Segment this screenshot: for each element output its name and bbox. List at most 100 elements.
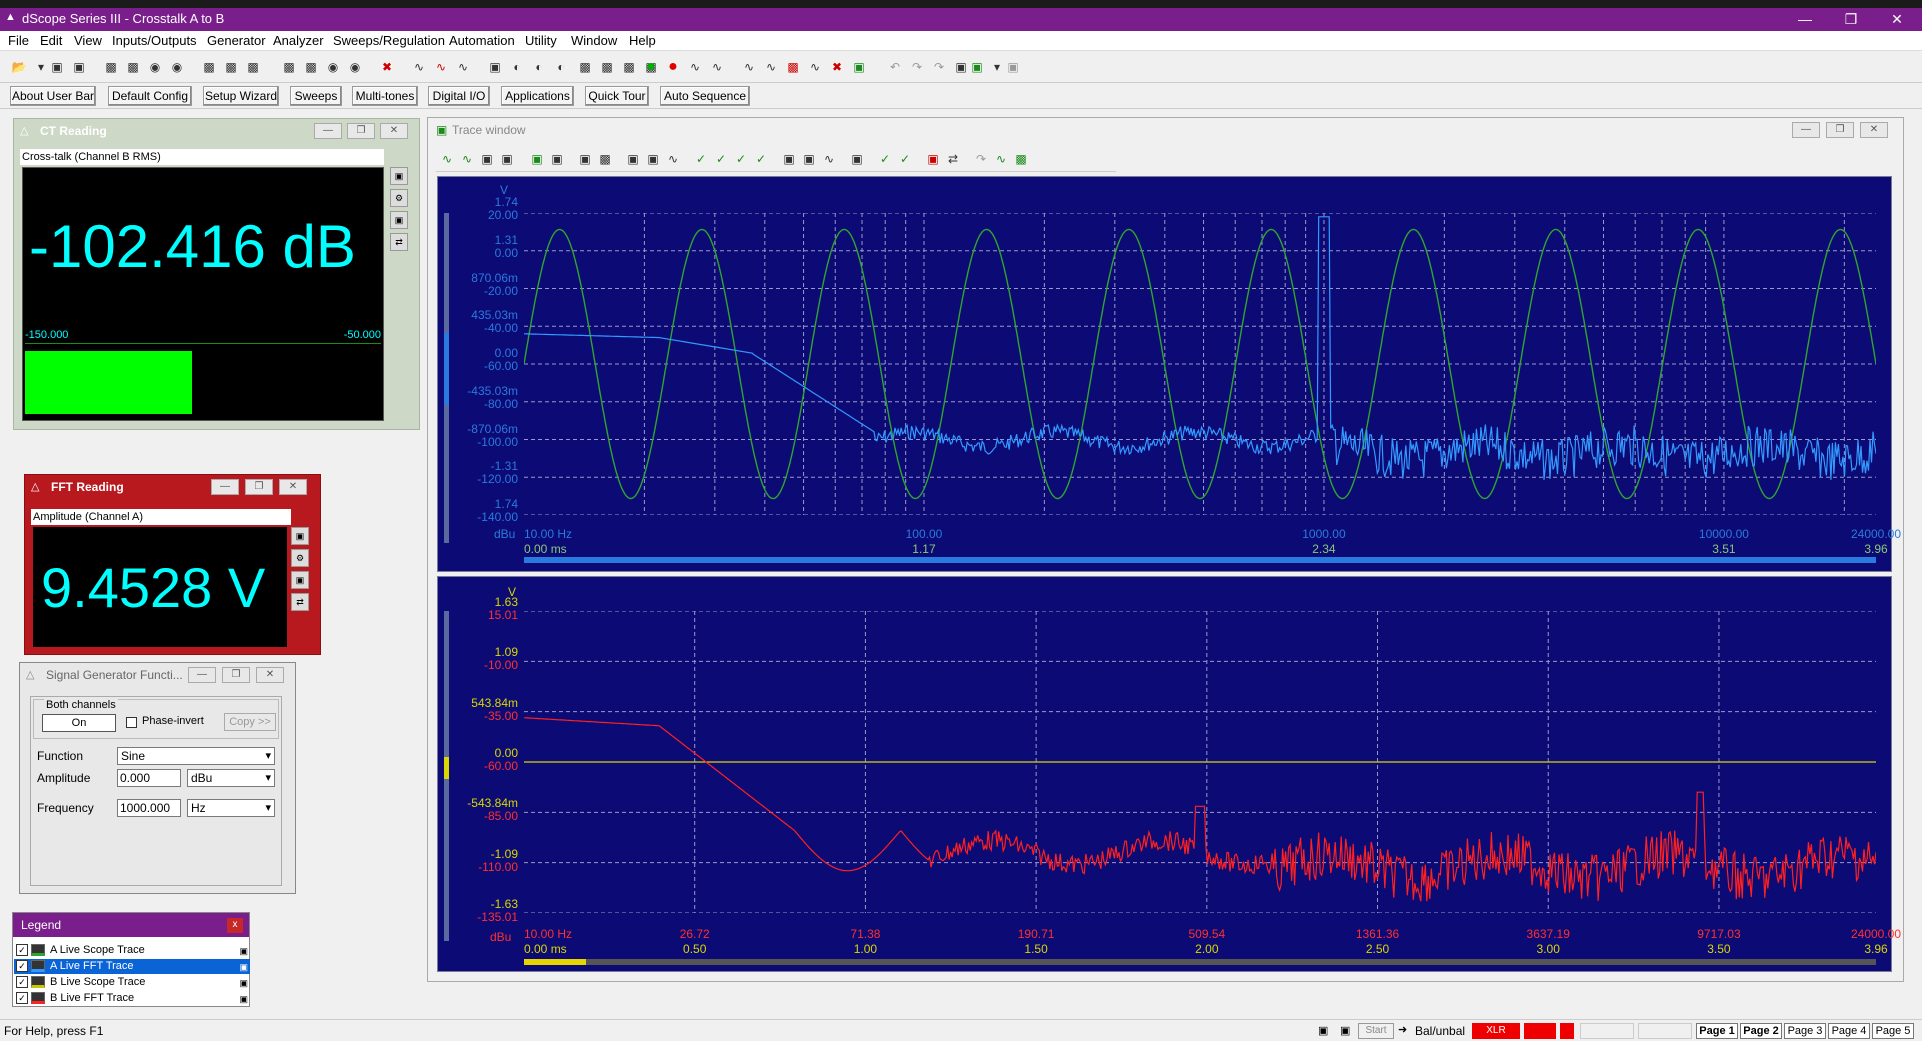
check-icon[interactable]: ✓ xyxy=(876,150,894,168)
record-icon[interactable]: ● xyxy=(664,58,682,76)
input-a-icon[interactable]: ▩ xyxy=(280,58,298,76)
amplitude-unit-select[interactable]: dBu xyxy=(187,769,275,787)
page-5-tab[interactable]: Page 5 xyxy=(1872,1023,1914,1039)
menu-utility[interactable]: Utility xyxy=(525,33,557,48)
marker-b-icon[interactable]: ✓ xyxy=(712,150,730,168)
generator-icon[interactable]: ▩ xyxy=(200,58,218,76)
copy-icon[interactable]: ▣ xyxy=(498,150,516,168)
step-b-icon[interactable]: ↷ xyxy=(930,58,948,76)
analyzer-c-icon[interactable]: ▩ xyxy=(620,58,638,76)
fft-icon[interactable]: ▣ xyxy=(848,150,866,168)
scope-icon[interactable]: ▣ xyxy=(486,58,504,76)
page-4-tab[interactable]: Page 4 xyxy=(1828,1023,1870,1039)
sweep-icon[interactable]: ∿ xyxy=(686,58,704,76)
marker-c-icon[interactable]: ✓ xyxy=(732,150,750,168)
fft-minimize-button[interactable]: — xyxy=(211,479,239,495)
fft-close-button[interactable]: ✕ xyxy=(279,479,307,495)
input-b-icon[interactable]: ▩ xyxy=(302,58,320,76)
menu-window[interactable]: Window xyxy=(571,33,617,48)
sweep-b-icon[interactable]: ∿ xyxy=(708,58,726,76)
frequency-unit-select[interactable]: Hz xyxy=(187,799,275,817)
ct-link-icon[interactable]: ⇄ xyxy=(390,233,408,251)
fft-graph-icon[interactable]: ▣ xyxy=(291,571,309,589)
menu-automation[interactable]: Automation xyxy=(449,33,515,48)
menu-file[interactable]: File xyxy=(8,33,29,48)
siggen-close-button[interactable]: ✕ xyxy=(256,667,284,683)
menu-sweeps-regulation[interactable]: Sweeps/Regulation xyxy=(333,33,445,48)
start-button[interactable]: Start xyxy=(1358,1023,1394,1039)
edit-icon[interactable]: ▣ xyxy=(239,976,248,991)
analyzer-icon[interactable]: ▩ xyxy=(576,58,594,76)
zoom-b-icon[interactable]: ▣ xyxy=(644,150,662,168)
cursor-b-icon[interactable]: ▣ xyxy=(800,150,818,168)
save-icon[interactable]: ▣ xyxy=(478,150,496,168)
ct-settings-icon[interactable]: ⚙ xyxy=(390,189,408,207)
legend-item-b-scope[interactable]: ✓ B Live Scope Trace ▣ xyxy=(14,975,250,990)
top-plot-hscroll[interactable] xyxy=(524,557,1876,563)
meter-b-icon[interactable]: ◐ xyxy=(530,58,548,76)
trace-b-icon[interactable]: ∿ xyxy=(458,150,476,168)
on-button[interactable]: On xyxy=(42,714,116,732)
graph-b-icon[interactable]: ▣ xyxy=(548,150,566,168)
menu-view[interactable]: View xyxy=(74,33,102,48)
output-c-icon[interactable]: ◉ xyxy=(146,58,164,76)
applications-button[interactable]: Applications xyxy=(501,86,574,106)
graph-icon[interactable]: ▣ xyxy=(528,150,546,168)
trace-maximize-button[interactable]: ❐ xyxy=(1826,122,1854,138)
print-icon[interactable]: ▣ xyxy=(1004,58,1022,76)
wave-b-icon[interactable]: ∿ xyxy=(762,58,780,76)
cross-icon[interactable]: ✖ xyxy=(378,58,396,76)
bars-icon[interactable]: ▩ xyxy=(1012,150,1030,168)
trace-close-button[interactable]: ✕ xyxy=(1860,122,1888,138)
phase-invert-checkbox[interactable] xyxy=(126,717,137,728)
edit-icon[interactable]: ▣ xyxy=(239,960,248,975)
link-icon[interactable]: ⇄ xyxy=(944,150,962,168)
setup-wizard-button[interactable]: Setup Wizard xyxy=(203,86,279,106)
settings-icon[interactable]: ▣ xyxy=(576,150,594,168)
fft-link-icon[interactable]: ⇄ xyxy=(291,593,309,611)
ct-graph-icon[interactable]: ▣ xyxy=(390,211,408,229)
menu-edit[interactable]: Edit xyxy=(40,33,62,48)
maximize-button[interactable]: ❐ xyxy=(1828,8,1874,31)
grid-icon[interactable]: ▩ xyxy=(596,150,614,168)
legend-item-a-scope[interactable]: ✓ A Live Scope Trace ▣ xyxy=(14,943,250,958)
marker-icon[interactable]: ✓ xyxy=(692,150,710,168)
cursor-icon[interactable]: ▣ xyxy=(780,150,798,168)
undo-icon[interactable]: ↶ xyxy=(886,58,904,76)
legend-close-button[interactable]: x xyxy=(227,918,243,933)
autoscale-icon[interactable]: ∿ xyxy=(664,150,682,168)
open-icon[interactable]: 📂 xyxy=(10,58,28,76)
step-icon[interactable]: ↷ xyxy=(908,58,926,76)
fft-plot-top[interactable]: V dBu 1.74 1.31 870.06m 435.03m 0.00 -435.03m… xyxy=(437,176,1901,572)
legend-checkbox[interactable]: ✓ xyxy=(16,992,28,1004)
fft-maximize-button[interactable]: ❐ xyxy=(245,479,273,495)
marker-d-icon[interactable]: ✓ xyxy=(752,150,770,168)
function-select[interactable]: Sine xyxy=(117,747,275,765)
output-d-icon[interactable]: ◉ xyxy=(168,58,186,76)
sweeps-button[interactable]: Sweeps xyxy=(290,86,342,106)
output-a-icon[interactable]: ▩ xyxy=(102,58,120,76)
menu-help[interactable]: Help xyxy=(629,33,656,48)
menu-analyzer[interactable]: Analyzer xyxy=(273,33,324,48)
fft-settings-icon[interactable]: ⚙ xyxy=(291,549,309,567)
meter-icon[interactable]: ◐ xyxy=(508,58,526,76)
bars-icon[interactable]: ▩ xyxy=(784,58,802,76)
page-1-tab[interactable]: Page 1 xyxy=(1696,1023,1738,1039)
analyzer-b-icon[interactable]: ▩ xyxy=(598,58,616,76)
check-b-icon[interactable]: ✓ xyxy=(896,150,914,168)
save-icon[interactable]: ▣ xyxy=(48,58,66,76)
legend-checkbox[interactable]: ✓ xyxy=(16,944,28,956)
copy-button[interactable]: Copy >> xyxy=(224,713,276,731)
default-config-button[interactable]: Default Config xyxy=(108,86,192,106)
page-2-tab[interactable]: Page 2 xyxy=(1740,1023,1782,1039)
refresh-icon[interactable]: ↷ xyxy=(972,150,990,168)
legend-checkbox[interactable]: ✓ xyxy=(16,960,28,972)
edit-icon[interactable]: ▣ xyxy=(239,992,248,1007)
zoom-icon[interactable]: ▣ xyxy=(624,150,642,168)
digital-io-button[interactable]: Digital I/O xyxy=(428,86,490,106)
input-c-icon[interactable]: ◉ xyxy=(324,58,342,76)
trace-a-icon[interactable]: ∿ xyxy=(410,58,428,76)
close-button[interactable]: ✕ xyxy=(1874,8,1920,31)
about-user-bar-button[interactable]: About User Bar xyxy=(10,86,96,106)
siggen-maximize-button[interactable]: ❐ xyxy=(222,667,250,683)
